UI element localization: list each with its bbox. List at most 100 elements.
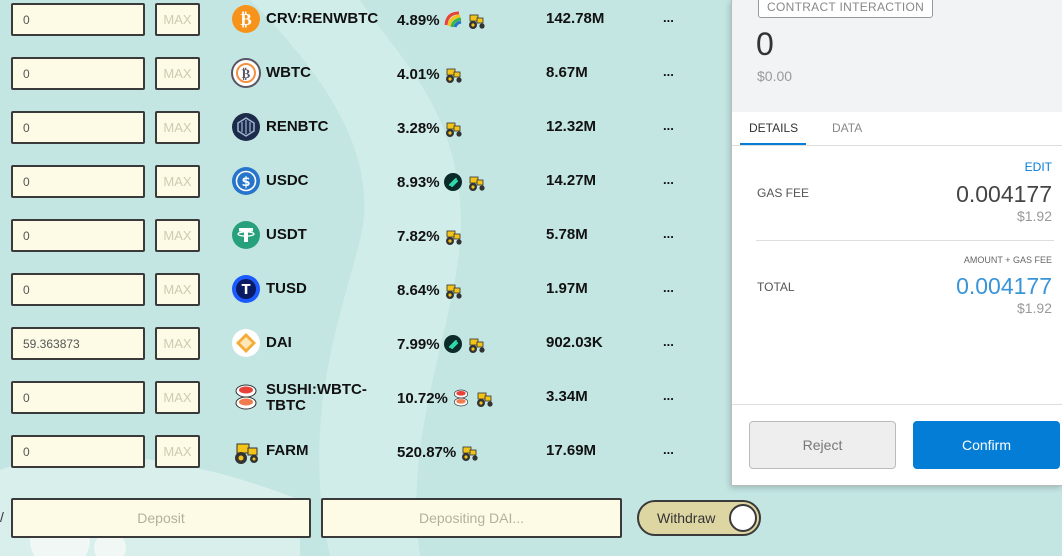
amount-input[interactable]	[11, 381, 145, 414]
svg-text:₿: ₿	[240, 10, 251, 30]
more-info[interactable]: ...	[663, 442, 674, 457]
apy-value: 7.82%	[397, 227, 440, 245]
pool-row: MAX SUSHI:WBTC-TBTC 10.72% 3.34M...	[0, 378, 735, 432]
gas-fee-usd: $1.92	[1016, 208, 1052, 224]
more-info[interactable]: ...	[663, 10, 674, 25]
amount-input[interactable]	[11, 273, 145, 306]
total-usd: $1.92	[1016, 300, 1052, 316]
tvl-value: 8.67M	[546, 64, 588, 81]
svg-text:₿: ₿	[242, 67, 251, 82]
sushi-icon	[451, 388, 471, 408]
deposit-button[interactable]: Deposit	[11, 498, 311, 538]
apy-value: 3.28%	[397, 119, 440, 137]
wbtc-icon: ₿	[231, 58, 261, 88]
token-name: SUSHI:WBTC-TBTC	[266, 381, 367, 414]
edit-gas-link[interactable]: EDIT	[1025, 160, 1052, 174]
tractor-icon	[466, 334, 486, 354]
amount-input[interactable]	[11, 3, 145, 36]
token-name: CRV:RENWBTC	[266, 10, 379, 27]
tab-details[interactable]: DETAILS	[749, 121, 798, 135]
token-name: WBTC	[266, 64, 311, 81]
tractor-icon	[466, 172, 486, 192]
total-value: 0.004177	[956, 273, 1052, 299]
idle-icon	[443, 334, 463, 354]
pool-row: MAX $ USDC 8.93% 14.27M...	[0, 162, 735, 216]
more-info[interactable]: ...	[663, 172, 674, 187]
max-button[interactable]: MAX	[155, 165, 200, 198]
pool-row: MAX FARM 520.87% 17.69M...	[0, 432, 735, 486]
max-button[interactable]: MAX	[155, 273, 200, 306]
withdraw-toggle[interactable]: Withdraw	[637, 500, 761, 536]
metamask-confirm-panel: CONTRACT INTERACTION 0 $0.00 DETAILS DAT…	[731, 0, 1062, 486]
more-info[interactable]: ...	[663, 388, 674, 403]
depositing-dai-button[interactable]: Depositing DAI...	[321, 498, 622, 538]
token-name: RENBTC	[266, 118, 329, 135]
apy-value: 4.89%	[397, 11, 440, 29]
more-info[interactable]: ...	[663, 334, 674, 349]
tractor-icon	[459, 442, 479, 462]
amount-input[interactable]	[11, 165, 145, 198]
apy-cell: 8.93%	[397, 172, 486, 192]
renbtc-icon	[231, 112, 261, 142]
apy-cell: 3.28%	[397, 118, 463, 138]
amount-input[interactable]	[11, 435, 145, 468]
pool-row: MAX USDT 7.82% 5.78M...	[0, 216, 735, 270]
max-button[interactable]: MAX	[155, 327, 200, 360]
more-info[interactable]: ...	[663, 280, 674, 295]
amount-input[interactable]	[11, 327, 145, 360]
max-button[interactable]: MAX	[155, 57, 200, 90]
pool-row: MAX T TUSD 8.64% 1.97M...	[0, 270, 735, 324]
amount-input[interactable]	[11, 111, 145, 144]
pool-row: MAX ₿ CRV:RENWBTC 4.89% 142.78M...	[0, 0, 735, 54]
more-info[interactable]: ...	[663, 64, 674, 79]
max-button[interactable]: MAX	[155, 435, 200, 468]
apy-value: 8.64%	[397, 281, 440, 299]
tab-data[interactable]: DATA	[832, 121, 862, 135]
token-name: USDC	[266, 172, 309, 189]
apy-cell: 10.72%	[397, 388, 494, 408]
transaction-amount: 0	[756, 26, 774, 62]
section-divider	[756, 240, 1054, 241]
tractor-icon	[443, 118, 463, 138]
tvl-value: 14.27M	[546, 172, 597, 189]
farm-icon	[231, 436, 261, 466]
crv-renwbtc-icon: ₿	[231, 4, 261, 34]
tvl-value: 12.32M	[546, 118, 597, 135]
token-name: DAI	[266, 334, 292, 351]
apy-cell: 4.01%	[397, 64, 463, 84]
more-info[interactable]: ...	[663, 226, 674, 241]
apy-value: 520.87%	[397, 443, 457, 461]
max-button[interactable]: MAX	[155, 381, 200, 414]
sushi-icon	[231, 382, 261, 412]
toggle-knob[interactable]	[729, 504, 757, 532]
panel-tabs: DETAILS DATA	[732, 112, 1062, 146]
confirm-button[interactable]: Confirm	[913, 421, 1060, 469]
max-button[interactable]: MAX	[155, 219, 200, 252]
more-info[interactable]: ...	[663, 118, 674, 133]
tractor-icon	[474, 388, 494, 408]
slash-fragment: /	[0, 509, 4, 525]
token-name: FARM	[266, 442, 309, 459]
svg-text:$: $	[241, 175, 250, 190]
apy-value: 7.99%	[397, 335, 440, 353]
amount-input[interactable]	[11, 219, 145, 252]
amount-gas-hint: AMOUNT + GAS FEE	[963, 255, 1052, 265]
svg-text:T: T	[242, 283, 251, 298]
tractor-icon	[443, 226, 463, 246]
panel-header: CONTRACT INTERACTION 0 $0.00	[732, 0, 1062, 112]
token-name: TUSD	[266, 280, 307, 297]
active-tab-indicator	[740, 143, 806, 145]
transaction-amount-usd: $0.00	[757, 68, 793, 84]
max-button[interactable]: MAX	[155, 111, 200, 144]
max-button[interactable]: MAX	[155, 3, 200, 36]
tusd-icon: T	[231, 274, 261, 304]
amount-input[interactable]	[11, 57, 145, 90]
usdt-icon	[231, 220, 261, 250]
apy-value: 8.93%	[397, 173, 440, 191]
apy-value: 10.72%	[397, 389, 448, 407]
pool-row: MAX DAI 7.99% 902.03K...	[0, 324, 735, 378]
reject-button[interactable]: Reject	[749, 421, 896, 469]
tractor-icon	[443, 280, 463, 300]
total-label: TOTAL	[757, 280, 795, 294]
gas-fee-label: GAS FEE	[757, 186, 810, 200]
